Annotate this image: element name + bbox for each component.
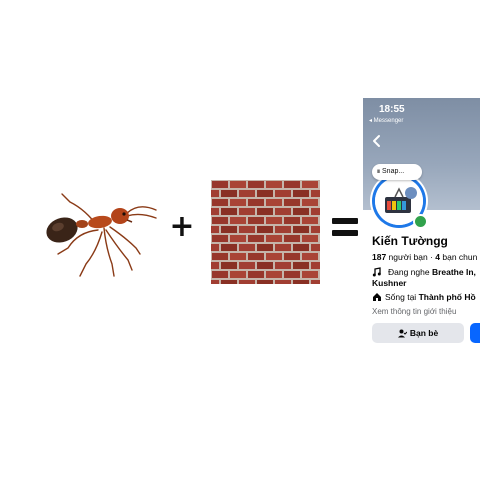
equals-sign-icon bbox=[332, 216, 358, 238]
back-arrow-icon[interactable] bbox=[371, 134, 383, 148]
music-prefix: Đang nghe bbox=[388, 267, 432, 277]
friends-summary[interactable]: 187 người bạn · 4 bạn chun bbox=[372, 252, 477, 262]
music-song: Breathe In, bbox=[431, 267, 476, 277]
plus-sign-icon: + bbox=[169, 209, 195, 244]
mutual-text: bạn chun bbox=[440, 252, 478, 262]
home-city: Thành phố Hồ bbox=[418, 292, 476, 302]
brick-wall-photo bbox=[211, 180, 320, 284]
see-about-info-link[interactable]: Xem thông tin giới thiệu bbox=[372, 307, 456, 316]
friend-check-icon bbox=[397, 329, 408, 338]
friends-count: 187 bbox=[372, 252, 387, 262]
home-prefix: Sống tại bbox=[385, 292, 419, 302]
profile-screenshot: 18:55 ◂ Messenger ııı Snap... Kiến Tường… bbox=[363, 98, 480, 350]
profile-name: Kiến Tườngg bbox=[372, 234, 448, 248]
friends-button-label: Bạn bè bbox=[409, 328, 439, 338]
home-icon bbox=[373, 293, 381, 301]
brick-wall-illustration bbox=[211, 180, 320, 284]
meme-canvas: + 18:55 ◂ Messenger ııı Snap... Kiến Tườ… bbox=[0, 0, 480, 480]
friends-button[interactable]: Bạn bè bbox=[372, 323, 464, 343]
music-artist: Kushner bbox=[372, 278, 407, 288]
message-button[interactable] bbox=[470, 323, 480, 343]
music-note-icon bbox=[372, 267, 381, 277]
back-to-messenger-link[interactable]: ◂ Messenger bbox=[369, 117, 403, 124]
friends-text: người bạn · bbox=[386, 252, 436, 262]
note-text: Snap... bbox=[382, 168, 405, 175]
audio-bars-icon: ııı bbox=[377, 169, 380, 175]
ant-illustration bbox=[46, 193, 157, 277]
note-bubble[interactable]: ııı Snap... bbox=[372, 164, 422, 180]
ant-photo bbox=[28, 172, 166, 302]
status-time: 18:55 bbox=[379, 104, 405, 115]
online-status-dot bbox=[413, 214, 428, 229]
